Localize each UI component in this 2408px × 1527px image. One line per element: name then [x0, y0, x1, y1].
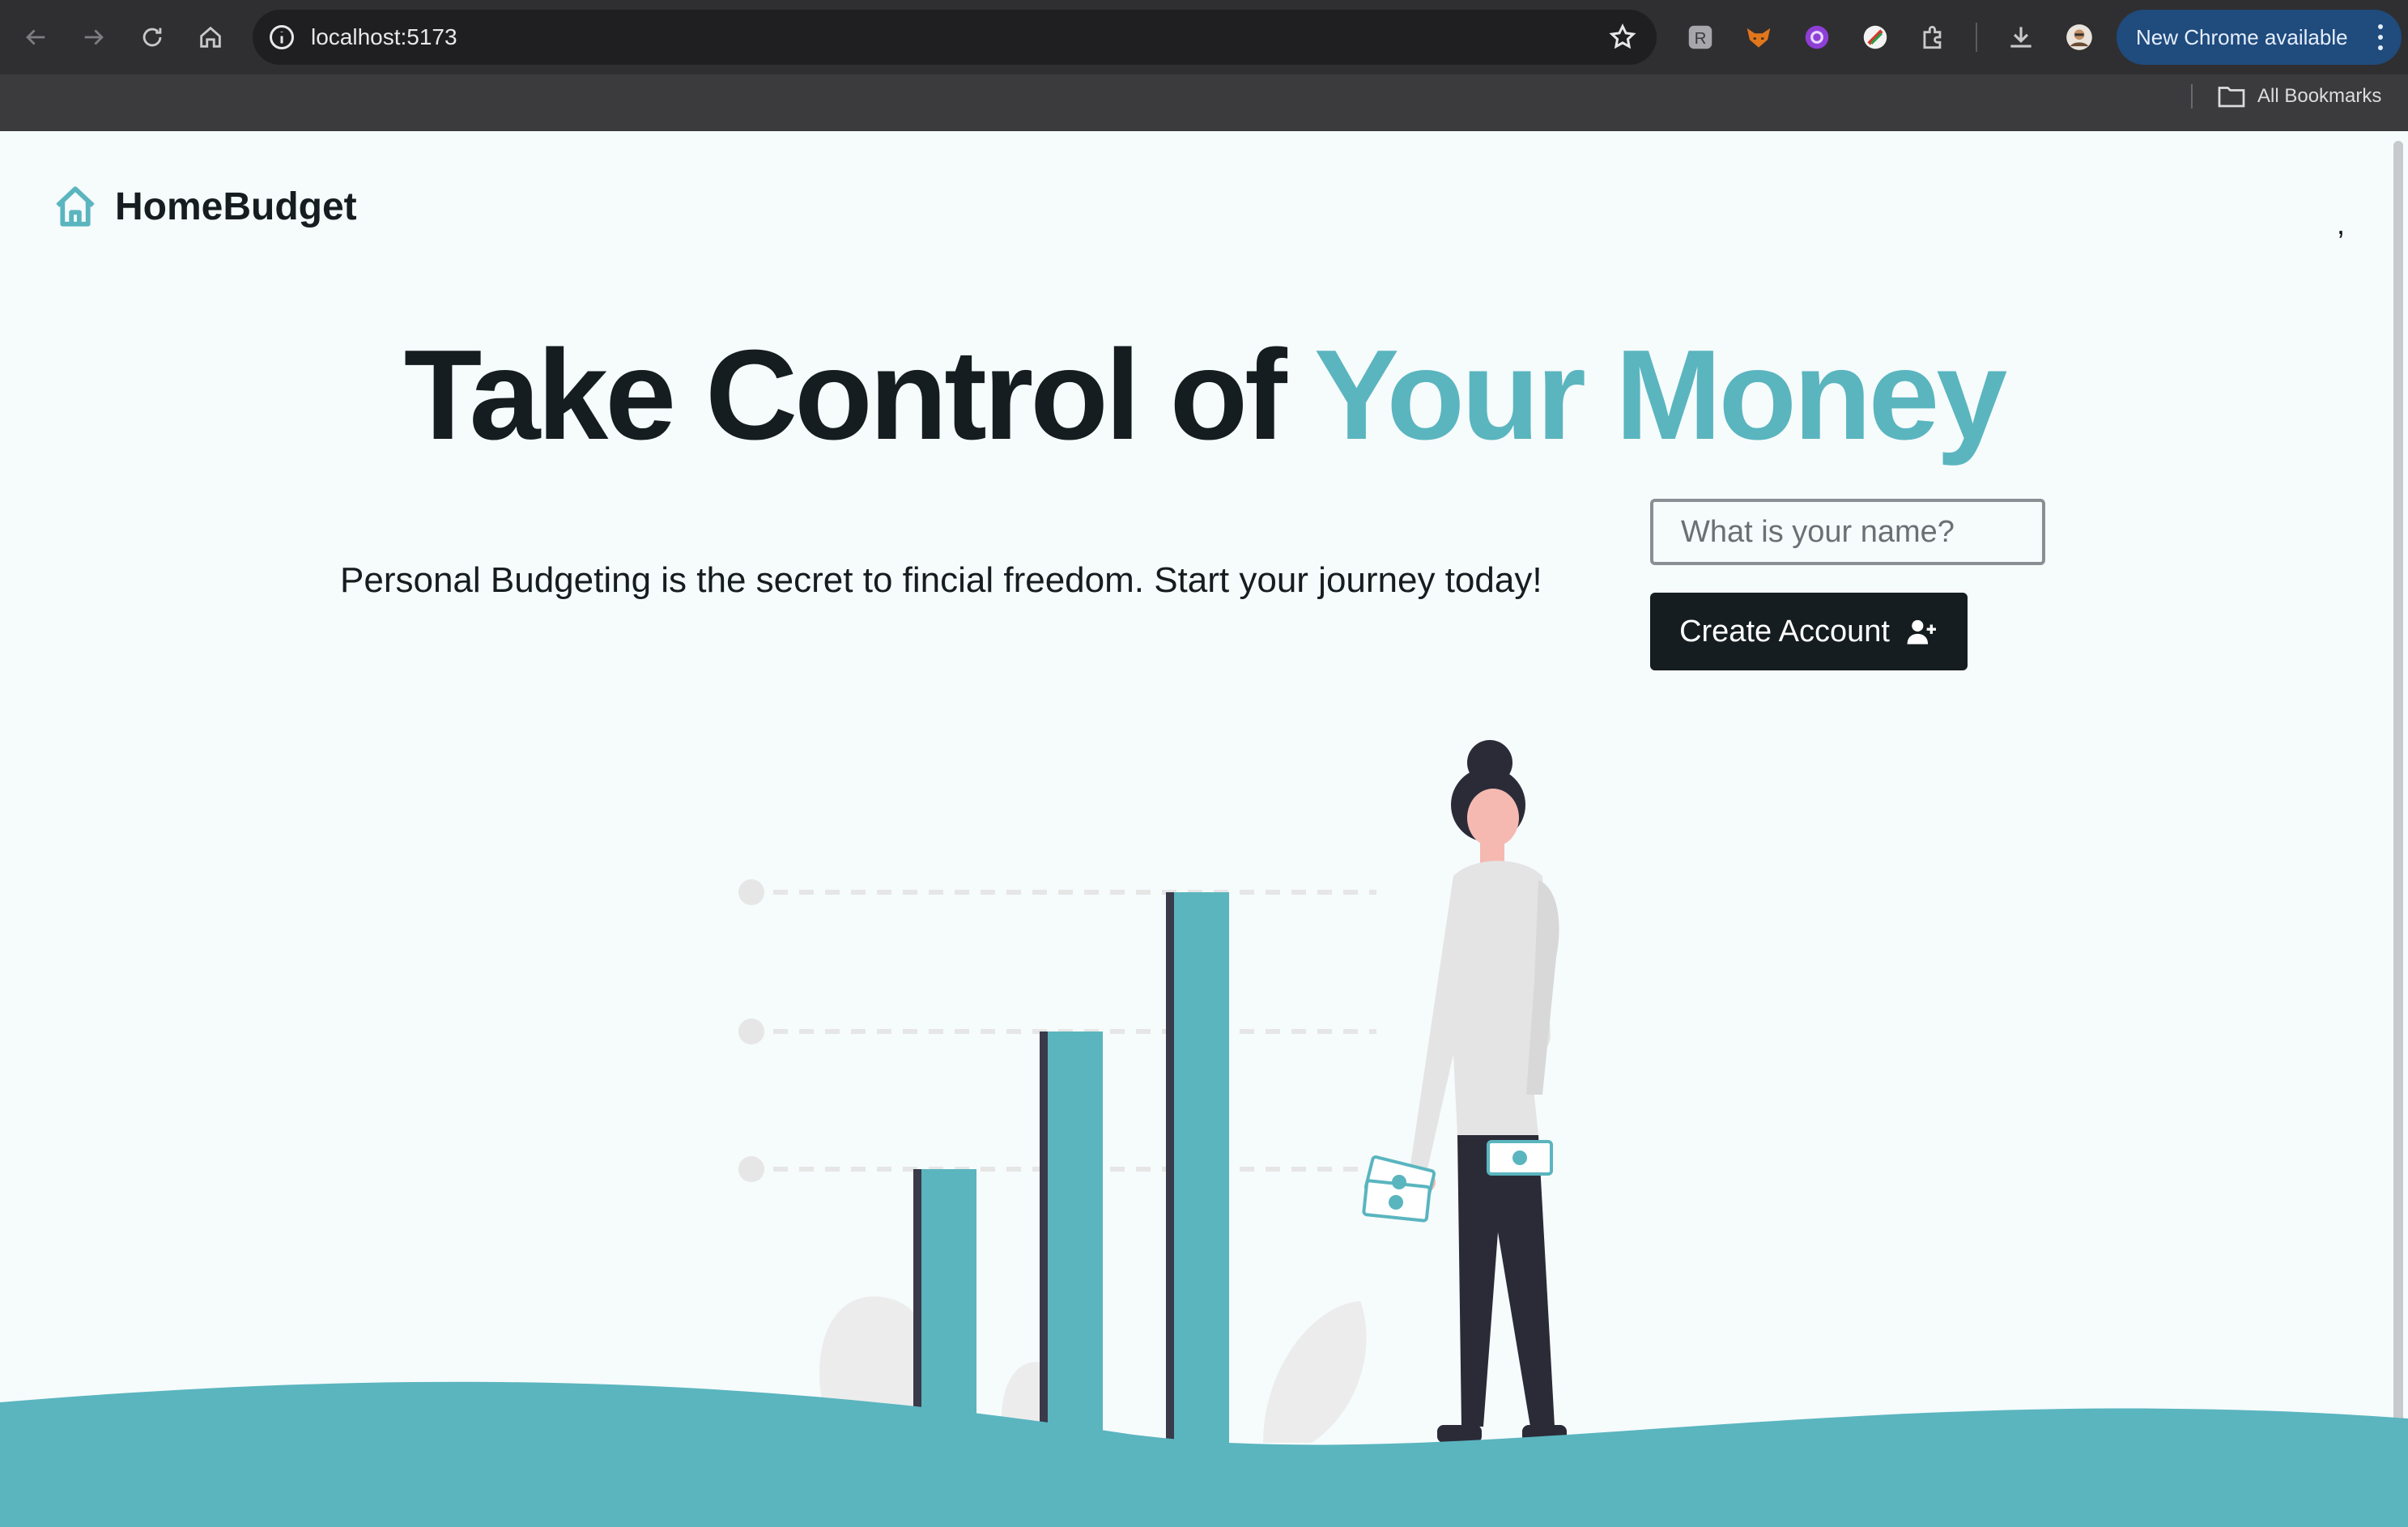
more-options-icon[interactable] — [2377, 23, 2384, 52]
info-circle-icon[interactable] — [267, 23, 296, 52]
update-pill-label: New Chrome available — [2136, 25, 2348, 49]
toolbar-divider — [1976, 23, 1977, 52]
create-account-label: Create Account — [1679, 614, 1890, 649]
profile-avatar-icon[interactable] — [2061, 19, 2097, 55]
new-chrome-available-button[interactable]: New Chrome available — [2117, 10, 2402, 65]
home-icon[interactable] — [191, 18, 230, 57]
purple-extension-icon[interactable] — [1799, 19, 1835, 55]
hero-title: Take Control of Your Money — [0, 322, 2408, 469]
back-icon[interactable] — [16, 18, 55, 57]
browser-toolbar: localhost:5173 R New Chrome available — [0, 0, 2408, 74]
tagline: Personal Budgeting is the secret to finc… — [340, 560, 1542, 600]
woman-figure — [1362, 740, 1567, 1443]
star-icon[interactable] — [1608, 23, 1637, 52]
puzzle-extensions-icon[interactable] — [1916, 19, 1951, 55]
download-icon[interactable] — [2003, 19, 2039, 55]
bookmarks-bar — [0, 74, 2408, 131]
fox-extension-icon[interactable] — [1741, 19, 1776, 55]
extension-r-icon[interactable]: R — [1683, 19, 1718, 55]
brand-logo-link[interactable]: HomeBudget — [52, 183, 357, 230]
create-account-button[interactable]: Create Account — [1650, 593, 1968, 670]
brand-name: HomeBudget — [115, 185, 357, 228]
page-viewport: HomeBudget , Take Control of Your Money … — [0, 131, 2408, 1527]
money-right — [1487, 1140, 1553, 1176]
footer-wave — [0, 1381, 2408, 1527]
hero-title-accent: Your Money — [1313, 324, 2007, 466]
reload-icon[interactable] — [133, 18, 172, 57]
stray-character: , — [2337, 207, 2346, 240]
forward-icon[interactable] — [74, 18, 113, 57]
hero-title-main: Take Control of — [403, 324, 1287, 466]
svg-text:R: R — [1695, 29, 1707, 48]
color-extension-icon[interactable] — [1857, 19, 1893, 55]
user-plus-icon — [1907, 619, 1936, 644]
house-icon — [56, 186, 95, 227]
browser-chrome: localhost:5173 R New Chrome available Al… — [0, 0, 2408, 131]
url-text[interactable]: localhost:5173 — [311, 10, 457, 65]
address-bar[interactable]: localhost:5173 — [253, 10, 1657, 65]
bookmarks-divider — [2191, 84, 2193, 108]
folder-icon[interactable] — [2217, 84, 2246, 108]
all-bookmarks-link[interactable]: All Bookmarks — [2257, 84, 2381, 108]
name-input[interactable] — [1650, 499, 2045, 565]
